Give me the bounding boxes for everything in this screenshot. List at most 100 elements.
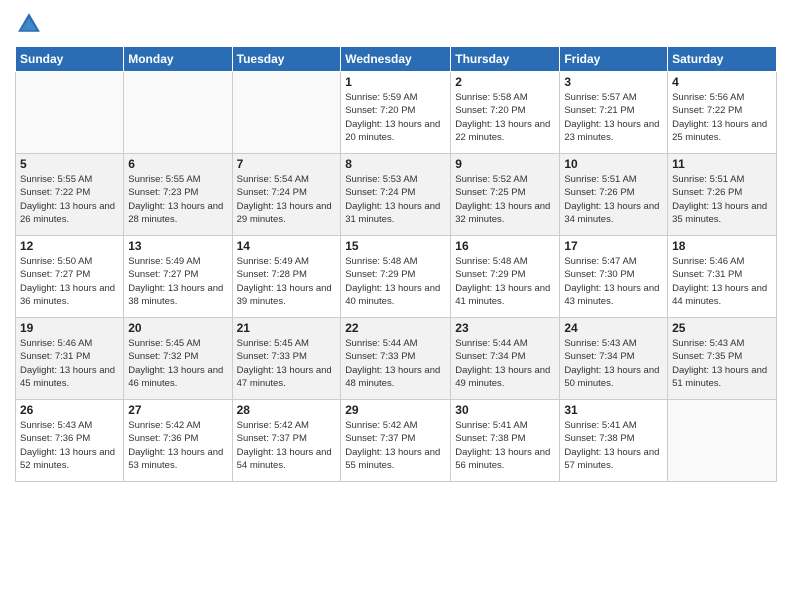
day-number: 24 [564, 321, 663, 335]
calendar-cell: 29Sunrise: 5:42 AMSunset: 7:37 PMDayligh… [341, 400, 451, 482]
day-number: 14 [237, 239, 337, 253]
day-number: 20 [128, 321, 227, 335]
day-info: Sunrise: 5:42 AMSunset: 7:36 PMDaylight:… [128, 419, 227, 472]
day-number: 29 [345, 403, 446, 417]
calendar-cell: 6Sunrise: 5:55 AMSunset: 7:23 PMDaylight… [124, 154, 232, 236]
calendar-cell [668, 400, 777, 482]
calendar-cell: 28 Sunrise: 5:42 AMSunset: 7:37 PMDayligh… [232, 400, 341, 482]
day-info: Sunrise: 5:43 AMSunset: 7:34 PMDaylight:… [564, 337, 663, 390]
calendar-cell: 31 Sunrise: 5:41 AMSunset: 7:38 PMDayligh… [560, 400, 668, 482]
day-info: Sunrise: 5:55 AMSunset: 7:23 PMDaylight:… [128, 173, 227, 226]
calendar-cell: 11 Sunrise: 5:51 AMSunset: 7:26 PMDayligh… [668, 154, 777, 236]
calendar-cell: 30 Sunrise: 5:41 AMSunset: 7:38 PMDayligh… [451, 400, 560, 482]
day-number: 28 [237, 403, 337, 417]
calendar-cell: 16Sunrise: 5:48 AMSunset: 7:29 PMDayligh… [451, 236, 560, 318]
day-number: 5 [20, 157, 119, 171]
day-number: 25 [672, 321, 772, 335]
calendar-cell: 23 Sunrise: 5:44 AMSunset: 7:34 PMDayligh… [451, 318, 560, 400]
calendar-cell [16, 72, 124, 154]
calendar-cell [124, 72, 232, 154]
day-number: 15 [345, 239, 446, 253]
day-number: 9 [455, 157, 555, 171]
calendar-cell: 21 Sunrise: 5:45 AMSunset: 7:33 PMDayligh… [232, 318, 341, 400]
day-number: 30 [455, 403, 555, 417]
calendar-cell: 25 Sunrise: 5:43 AMSunset: 7:35 PMDayligh… [668, 318, 777, 400]
day-number: 23 [455, 321, 555, 335]
weekday-header-friday: Friday [560, 47, 668, 72]
calendar-cell: 7 Sunrise: 5:54 AMSunset: 7:24 PMDaylight… [232, 154, 341, 236]
calendar-cell: 15 Sunrise: 5:48 AMSunset: 7:29 PMDayligh… [341, 236, 451, 318]
calendar-cell: 27 Sunrise: 5:42 AMSunset: 7:36 PMDayligh… [124, 400, 232, 482]
calendar-cell [232, 72, 341, 154]
day-info: Sunrise: 5:41 AMSunset: 7:38 PMDaylight:… [455, 419, 555, 472]
day-info: Sunrise: 5:52 AMSunset: 7:25 PMDaylight:… [455, 173, 555, 226]
day-number: 1 [345, 75, 446, 89]
weekday-header-sunday: Sunday [16, 47, 124, 72]
week-row-4: 19Sunrise: 5:46 AMSunset: 7:31 PMDayligh… [16, 318, 777, 400]
day-number: 16 [455, 239, 555, 253]
logo [15, 10, 47, 38]
day-number: 13 [128, 239, 227, 253]
day-info: Sunrise: 5:49 AMSunset: 7:28 PMDaylight:… [237, 255, 337, 308]
day-number: 7 [237, 157, 337, 171]
calendar-cell: 20 Sunrise: 5:45 AMSunset: 7:32 PMDayligh… [124, 318, 232, 400]
day-info: Sunrise: 5:54 AMSunset: 7:24 PMDaylight:… [237, 173, 337, 226]
day-info: Sunrise: 5:45 AMSunset: 7:33 PMDaylight:… [237, 337, 337, 390]
calendar-cell: 10 Sunrise: 5:51 AMSunset: 7:26 PMDayligh… [560, 154, 668, 236]
weekday-header-wednesday: Wednesday [341, 47, 451, 72]
weekday-header-tuesday: Tuesday [232, 47, 341, 72]
day-number: 27 [128, 403, 227, 417]
day-info: Sunrise: 5:50 AMSunset: 7:27 PMDaylight:… [20, 255, 119, 308]
calendar-page: SundayMondayTuesdayWednesdayThursdayFrid… [0, 0, 792, 612]
day-info: Sunrise: 5:44 AMSunset: 7:33 PMDaylight:… [345, 337, 446, 390]
header [15, 10, 777, 38]
day-number: 22 [345, 321, 446, 335]
week-row-5: 26 Sunrise: 5:43 AMSunset: 7:36 PMDayligh… [16, 400, 777, 482]
week-row-3: 12 Sunrise: 5:50 AMSunset: 7:27 PMDayligh… [16, 236, 777, 318]
day-info: Sunrise: 5:44 AMSunset: 7:34 PMDaylight:… [455, 337, 555, 390]
day-info: Sunrise: 5:48 AMSunset: 7:29 PMDaylight:… [345, 255, 446, 308]
calendar-cell: 14 Sunrise: 5:49 AMSunset: 7:28 PMDayligh… [232, 236, 341, 318]
day-number: 4 [672, 75, 772, 89]
day-number: 3 [564, 75, 663, 89]
day-info: Sunrise: 5:42 AMSunset: 7:37 PMDaylight:… [237, 419, 337, 472]
calendar-cell: 18Sunrise: 5:46 AMSunset: 7:31 PMDayligh… [668, 236, 777, 318]
calendar-cell: 19Sunrise: 5:46 AMSunset: 7:31 PMDayligh… [16, 318, 124, 400]
day-number: 17 [564, 239, 663, 253]
day-info: Sunrise: 5:58 AMSunset: 7:20 PMDaylight:… [455, 91, 555, 144]
weekday-header-thursday: Thursday [451, 47, 560, 72]
weekday-header-row: SundayMondayTuesdayWednesdayThursdayFrid… [16, 47, 777, 72]
day-info: Sunrise: 5:59 AMSunset: 7:20 PMDaylight:… [345, 91, 446, 144]
day-info: Sunrise: 5:46 AMSunset: 7:31 PMDaylight:… [672, 255, 772, 308]
calendar-cell: 17 Sunrise: 5:47 AMSunset: 7:30 PMDayligh… [560, 236, 668, 318]
calendar-cell: 24 Sunrise: 5:43 AMSunset: 7:34 PMDayligh… [560, 318, 668, 400]
day-number: 31 [564, 403, 663, 417]
day-info: Sunrise: 5:43 AMSunset: 7:35 PMDaylight:… [672, 337, 772, 390]
calendar-cell: 9 Sunrise: 5:52 AMSunset: 7:25 PMDaylight… [451, 154, 560, 236]
day-number: 10 [564, 157, 663, 171]
day-info: Sunrise: 5:51 AMSunset: 7:26 PMDaylight:… [564, 173, 663, 226]
day-number: 2 [455, 75, 555, 89]
week-row-1: 1 Sunrise: 5:59 AMSunset: 7:20 PMDaylight… [16, 72, 777, 154]
day-info: Sunrise: 5:45 AMSunset: 7:32 PMDaylight:… [128, 337, 227, 390]
day-number: 11 [672, 157, 772, 171]
calendar-cell: 5Sunrise: 5:55 AMSunset: 7:22 PMDaylight… [16, 154, 124, 236]
week-row-2: 5Sunrise: 5:55 AMSunset: 7:22 PMDaylight… [16, 154, 777, 236]
calendar-cell: 26 Sunrise: 5:43 AMSunset: 7:36 PMDayligh… [16, 400, 124, 482]
day-info: Sunrise: 5:47 AMSunset: 7:30 PMDaylight:… [564, 255, 663, 308]
day-info: Sunrise: 5:51 AMSunset: 7:26 PMDaylight:… [672, 173, 772, 226]
calendar-cell: 8Sunrise: 5:53 AMSunset: 7:24 PMDaylight… [341, 154, 451, 236]
calendar-cell: 22 Sunrise: 5:44 AMSunset: 7:33 PMDayligh… [341, 318, 451, 400]
day-info: Sunrise: 5:41 AMSunset: 7:38 PMDaylight:… [564, 419, 663, 472]
calendar-cell: 1 Sunrise: 5:59 AMSunset: 7:20 PMDaylight… [341, 72, 451, 154]
calendar-table: SundayMondayTuesdayWednesdayThursdayFrid… [15, 46, 777, 482]
calendar-cell: 3Sunrise: 5:57 AMSunset: 7:21 PMDaylight… [560, 72, 668, 154]
calendar-cell: 4Sunrise: 5:56 AMSunset: 7:22 PMDaylight… [668, 72, 777, 154]
day-number: 26 [20, 403, 119, 417]
day-number: 21 [237, 321, 337, 335]
day-info: Sunrise: 5:49 AMSunset: 7:27 PMDaylight:… [128, 255, 227, 308]
day-info: Sunrise: 5:43 AMSunset: 7:36 PMDaylight:… [20, 419, 119, 472]
day-number: 12 [20, 239, 119, 253]
day-number: 19 [20, 321, 119, 335]
day-info: Sunrise: 5:53 AMSunset: 7:24 PMDaylight:… [345, 173, 446, 226]
